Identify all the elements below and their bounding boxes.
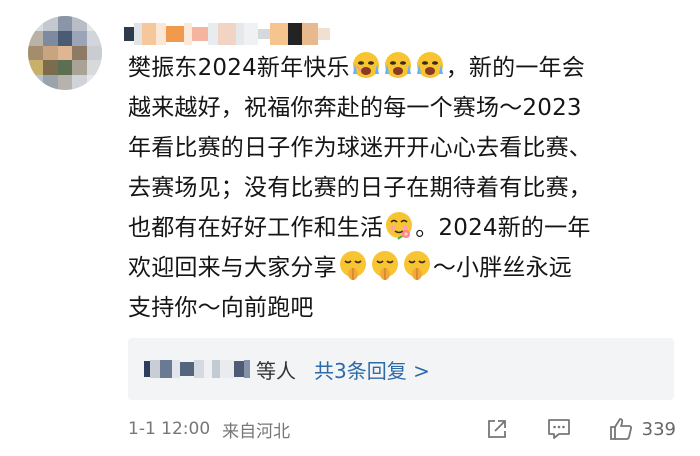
crying-face-icon — [384, 52, 411, 78]
comment-line-1: 樊振东2024新年快乐 ，新的一年会 — [128, 48, 676, 88]
comment-line-6: 欢迎回来与大家分享 ～小胖丝永远 — [128, 248, 676, 288]
comment-icon[interactable] — [546, 416, 572, 442]
comment-line-2: 越来越好，祝福你奔赴的每一个赛场～2023 — [128, 95, 582, 121]
avatar[interactable] — [28, 16, 102, 90]
comment-line-3: 年看比赛的日子作为球迷开开心心去看比赛、 — [128, 135, 592, 161]
praying-face-icon — [403, 251, 430, 280]
comment-text-segment: 樊振东2024新年快乐 — [128, 55, 350, 81]
face-with-flower-icon — [386, 212, 413, 240]
praying-face-icon — [371, 251, 398, 280]
location: 来自河北 — [222, 421, 291, 442]
comment-line-5: 也都有在好好工作和生活 。2024新的一年 — [128, 208, 676, 248]
like-icon[interactable] — [608, 416, 634, 442]
comment-text-segment: 。2024新的一年 — [415, 215, 591, 241]
comment-text-segment: 欢迎回来与大家分享 — [128, 255, 337, 281]
like-count: 339 — [641, 418, 676, 440]
crying-face-icon — [352, 52, 379, 78]
praying-face-icon — [339, 251, 366, 280]
comment-line-7: 支持你～向前跑吧 — [128, 295, 314, 321]
comment-text-segment: ，新的一年会 — [445, 55, 585, 81]
comment-actions: 339 — [448, 412, 676, 446]
view-replies-link[interactable]: 共3条回复 > — [314, 355, 430, 384]
reply-user-names[interactable] — [144, 360, 250, 378]
comment-text-segment: 也都有在好好工作和生活 — [128, 215, 384, 241]
timestamp: 1-1 12:00 — [128, 419, 211, 439]
comment-meta: 1-1 12:00 来自河北 339 — [128, 412, 676, 446]
reply-others-label: 等人 — [256, 358, 296, 383]
comment-text-segment: ～小胖丝永远 — [432, 255, 573, 281]
comment-line-4: 去赛场见；没有比赛的日子在期待着有比赛， — [128, 175, 592, 201]
replies-preview[interactable]: 等人 共3条回复 > — [128, 338, 674, 400]
username[interactable] — [124, 22, 364, 46]
comment-text: 樊振东2024新年快乐 ，新的一年会 越来越好，祝福你奔赴的每一个赛场～2023 … — [128, 48, 676, 328]
crying-face-icon — [416, 52, 443, 78]
share-icon[interactable] — [484, 416, 510, 442]
